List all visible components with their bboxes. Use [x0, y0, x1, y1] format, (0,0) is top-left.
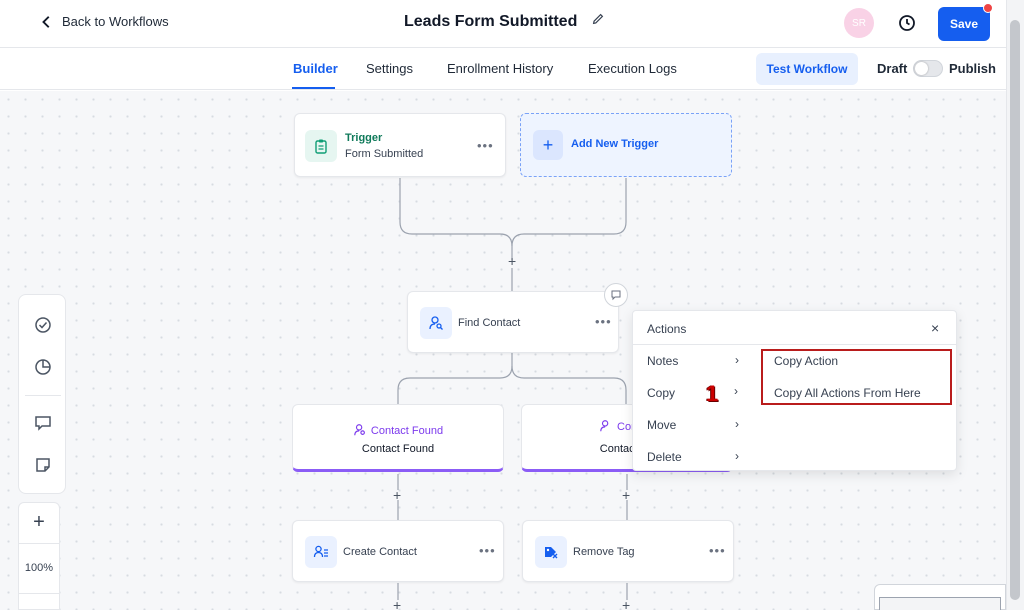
toolbar-divider [25, 395, 61, 396]
add-new-trigger-button[interactable]: + Add New Trigger [520, 113, 732, 177]
notification-dot [983, 3, 993, 13]
trigger-subtitle: Form Submitted [345, 148, 424, 160]
chevron-right-icon: › [734, 384, 738, 398]
menu-item-move[interactable]: Move [647, 418, 676, 432]
menu-title: Actions [647, 322, 687, 336]
chevron-right-icon: › [735, 417, 739, 431]
tab-execution-logs[interactable]: Execution Logs [588, 61, 677, 76]
check-circle-icon[interactable] [33, 315, 53, 335]
more-options-icon[interactable]: ••• [479, 543, 496, 558]
zoom-divider [19, 593, 59, 594]
pie-chart-icon[interactable] [33, 357, 53, 377]
add-step-button[interactable]: + [393, 597, 401, 610]
trigger-title: Trigger [345, 132, 383, 144]
comment-icon[interactable] [33, 413, 53, 433]
canvas-toolbar [18, 294, 66, 494]
user-list-icon [305, 536, 337, 568]
menu-divider [633, 344, 956, 345]
test-workflow-button[interactable]: Test Workflow [756, 53, 858, 85]
back-label: Back to Workflows [62, 14, 169, 29]
branch-contact-found[interactable]: Contact Found Contact Found [292, 404, 504, 472]
workflow-title: Leads Form Submitted [404, 12, 578, 30]
branch-title-row: Contact Found [293, 423, 503, 437]
add-step-button[interactable]: + [508, 253, 516, 269]
more-options-icon[interactable]: ••• [595, 314, 612, 329]
branch-subtitle: Contact Found [361, 443, 435, 455]
copy-submenu: Copy Action Copy All Actions From Here [761, 349, 952, 405]
scrollbar-thumb[interactable] [1010, 20, 1020, 600]
publish-toggle[interactable] [913, 60, 943, 77]
copy-action-option[interactable]: Copy Action [774, 354, 838, 368]
chevron-right-icon: › [735, 353, 739, 367]
draft-label: Draft [877, 61, 908, 76]
sticky-note-icon[interactable] [33, 455, 53, 475]
close-icon[interactable]: × [931, 320, 939, 336]
avatar[interactable]: SR [844, 8, 874, 38]
chevron-right-icon: › [735, 449, 739, 463]
user-search-icon [600, 420, 609, 432]
menu-item-delete[interactable]: Delete [647, 450, 682, 464]
clipboard-icon [305, 130, 337, 162]
add-step-button[interactable]: + [622, 487, 630, 503]
add-step-button[interactable]: + [622, 597, 630, 610]
tag-icon [535, 536, 567, 568]
minimap[interactable] [874, 584, 1006, 610]
publish-label: Publish [949, 61, 996, 76]
create-contact-label: Create Contact [343, 546, 417, 558]
copy-all-actions-option[interactable]: Copy All Actions From Here [774, 386, 921, 400]
user-search-icon [354, 424, 365, 436]
history-icon[interactable] [898, 14, 916, 32]
zoom-divider [19, 543, 59, 544]
remove-tag-node[interactable]: Remove Tag ••• [522, 520, 734, 582]
active-tab-indicator [292, 87, 335, 89]
branch-title: Contact Found [370, 425, 444, 437]
page-scrollbar[interactable] [1006, 0, 1024, 610]
add-step-button[interactable]: + [393, 487, 401, 503]
tabs-bar: Builder Settings Enrollment History Exec… [0, 48, 1006, 90]
tab-settings[interactable]: Settings [366, 61, 413, 76]
find-contact-node[interactable]: Find Contact ••• [407, 291, 619, 353]
zoom-level: 100% [24, 562, 54, 574]
tab-enrollment-history[interactable]: Enrollment History [447, 61, 553, 76]
pencil-icon[interactable] [591, 12, 605, 31]
remove-tag-label: Remove Tag [573, 546, 635, 558]
comment-icon[interactable] [604, 283, 628, 307]
save-button[interactable]: Save [938, 7, 990, 41]
menu-item-notes[interactable]: Notes [647, 354, 678, 368]
create-contact-node[interactable]: Create Contact ••• [292, 520, 504, 582]
zoom-in-button[interactable]: + [19, 511, 59, 534]
user-search-icon [420, 307, 452, 339]
app-header: Back to Workflows Leads Form Submitted S… [0, 0, 1006, 48]
add-trigger-label: Add New Trigger [571, 138, 659, 150]
back-to-workflows-link[interactable]: Back to Workflows [40, 14, 169, 29]
more-options-icon[interactable]: ••• [709, 543, 726, 558]
toggle-knob [915, 62, 928, 75]
menu-item-copy[interactable]: Copy [647, 386, 675, 400]
more-options-icon[interactable]: ••• [477, 138, 494, 153]
plus-icon: + [533, 130, 563, 160]
minimap-viewport [879, 597, 1001, 610]
annotation-step-number: 1 [706, 381, 719, 406]
find-contact-label: Find Contact [458, 317, 521, 329]
trigger-node[interactable]: Trigger Form Submitted ••• [294, 113, 506, 177]
chevron-left-icon [42, 15, 50, 28]
zoom-controls: + 100% [18, 502, 60, 610]
tab-builder[interactable]: Builder [293, 61, 338, 76]
